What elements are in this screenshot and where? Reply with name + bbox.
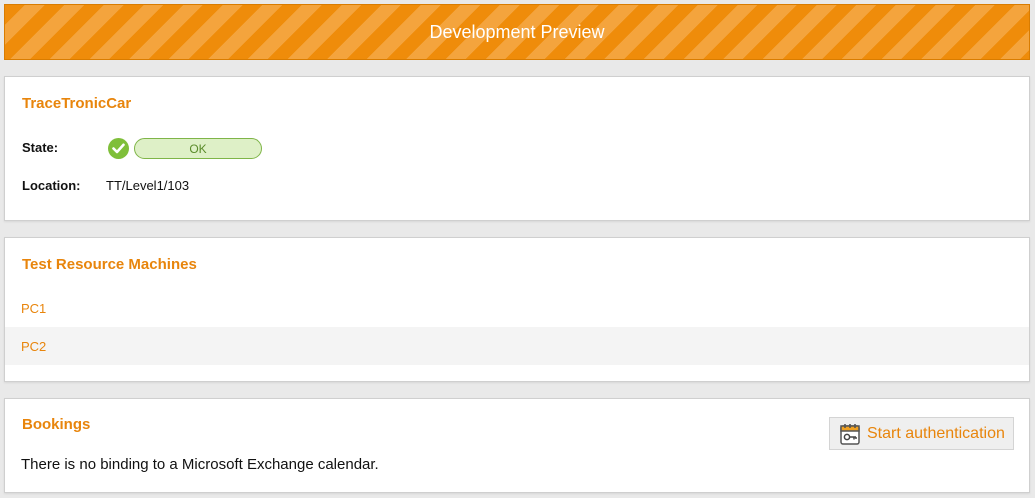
- machine-label[interactable]: PC1: [21, 301, 46, 316]
- state-label: State:: [22, 140, 59, 155]
- banner-title: Development Preview: [429, 21, 605, 42]
- location-value: TT/Level1/103: [106, 178, 190, 193]
- bookings-title: Bookings: [22, 416, 91, 433]
- machine-link-pc1[interactable]: PC1: [5, 289, 1029, 327]
- check-circle-icon: [108, 138, 129, 159]
- device-name: TraceTronicCar: [22, 95, 132, 112]
- calendar-key-icon: [840, 423, 860, 445]
- machines-title: Test Resource Machines: [22, 256, 197, 273]
- device-panel: TraceTronicCar State: OK Location: TT/Le…: [4, 76, 1030, 221]
- start-authentication-label[interactable]: Start authentication: [867, 425, 1005, 443]
- status-badge: OK: [134, 138, 262, 159]
- location-label: Location:: [22, 178, 81, 193]
- bookings-panel: Bookings There is no binding to a Micros…: [4, 398, 1030, 493]
- test-resource-machines-panel: Test Resource Machines PC1 PC2: [4, 237, 1030, 382]
- development-preview-banner: Development Preview: [4, 4, 1030, 60]
- bookings-message: There is no binding to a Microsoft Excha…: [21, 456, 379, 473]
- start-authentication-button[interactable]: Start authentication: [829, 417, 1014, 450]
- machine-label[interactable]: PC2: [21, 339, 46, 354]
- machine-link-pc2[interactable]: PC2: [5, 327, 1029, 365]
